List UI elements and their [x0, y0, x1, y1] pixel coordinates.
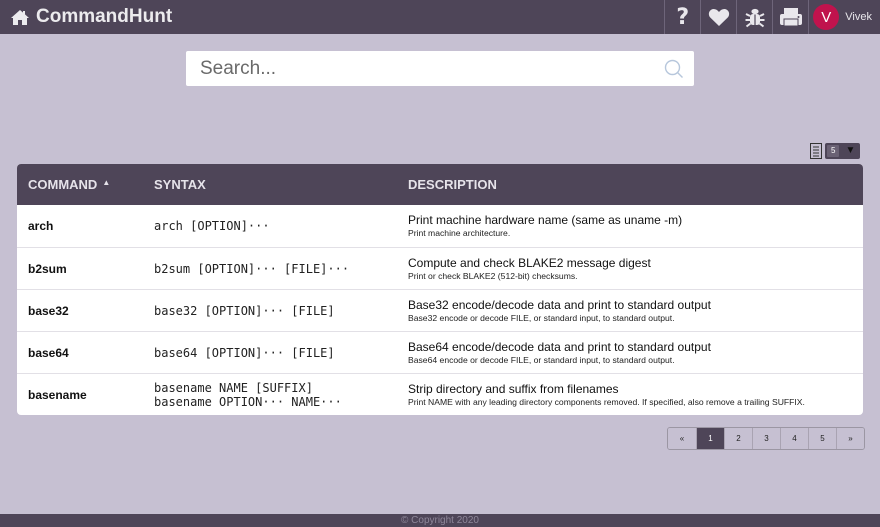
table-row[interactable]: base64 base64 [OPTION]··· [FILE] Base64 … — [17, 331, 863, 373]
column-header-command[interactable]: COMMAND ▲ — [17, 177, 154, 192]
description-detail: Base64 encode or decode FILE, or standar… — [408, 354, 675, 365]
caret-down-icon: ▼ — [845, 145, 856, 156]
favorites-button[interactable] — [700, 0, 736, 34]
top-navbar: CommandHunt ? V Vivek — [0, 0, 880, 34]
command-name: base64 — [28, 345, 69, 360]
table-row[interactable]: base32 base32 [OPTION]··· [FILE] Base32 … — [17, 289, 863, 331]
sort-ascending-icon: ▲ — [102, 178, 111, 187]
command-name: base32 — [28, 303, 69, 318]
table-row[interactable]: b2sum b2sum [OPTION]··· [FILE]··· Comput… — [17, 247, 863, 289]
description-title: Strip directory and suffix from filename… — [408, 381, 619, 396]
table-body: arch arch [OPTION]··· Print machine hard… — [17, 205, 863, 415]
description-title: Base64 encode/decode data and print to s… — [408, 339, 711, 354]
page-size-value: 5 — [827, 144, 840, 157]
command-syntax: base64 [OPTION]··· [FILE] — [154, 346, 408, 360]
pagination: « 1 2 3 4 5 » — [667, 427, 865, 450]
command-syntax: base32 [OPTION]··· [FILE] — [154, 304, 408, 318]
printer-icon — [779, 8, 802, 27]
page-size-control: 5 ▼ — [810, 142, 861, 159]
list-icon — [810, 142, 822, 159]
command-description: Strip directory and suffix from filename… — [408, 382, 863, 408]
help-button[interactable]: ? — [664, 0, 700, 34]
page-button-4[interactable]: 4 — [780, 428, 808, 449]
command-syntax: arch [OPTION]··· — [154, 219, 408, 233]
question-icon: ? — [676, 4, 690, 30]
command-name: b2sum — [28, 261, 67, 276]
command-description: Print machine hardware name (same as una… — [408, 213, 863, 239]
command-description: Base64 encode/decode data and print to s… — [408, 340, 863, 366]
description-detail: Base32 encode or decode FILE, or standar… — [408, 312, 675, 323]
command-name: arch — [28, 219, 54, 233]
command-description: Compute and check BLAKE2 message digest … — [408, 256, 863, 282]
user-name: Vivek — [845, 11, 872, 23]
search-icon[interactable] — [664, 59, 684, 79]
brand-link[interactable]: CommandHunt — [10, 6, 172, 28]
description-detail: Print NAME with any leading directory co… — [408, 396, 805, 407]
page-button-2[interactable]: 2 — [724, 428, 752, 449]
command-syntax: basename NAME [SUFFIX] basename OPTION··… — [154, 381, 408, 409]
command-name: basename — [28, 387, 87, 402]
page-prev-button[interactable]: « — [668, 428, 696, 449]
command-syntax: b2sum [OPTION]··· [FILE]··· — [154, 262, 408, 276]
syntax-line: basename NAME [SUFFIX] — [154, 380, 313, 395]
table-header: COMMAND ▲ SYNTAX DESCRIPTION — [17, 164, 863, 205]
column-label: DESCRIPTION — [408, 177, 497, 192]
syntax-line: basename OPTION··· NAME··· — [154, 394, 342, 409]
copyright-text: © Copyright 2020 — [401, 515, 479, 526]
page-button-1[interactable]: 1 — [696, 428, 724, 449]
print-button[interactable] — [772, 0, 808, 34]
description-detail: Print machine architecture. — [408, 228, 511, 238]
table-row[interactable]: arch arch [OPTION]··· Print machine hard… — [17, 205, 863, 247]
page-button-5[interactable]: 5 — [808, 428, 836, 449]
description-title: Base32 encode/decode data and print to s… — [408, 297, 711, 312]
home-icon — [11, 9, 29, 25]
syntax-line: arch [OPTION]··· — [154, 219, 270, 233]
bug-icon — [745, 8, 765, 28]
column-label: COMMAND — [28, 177, 98, 192]
heart-icon — [708, 8, 729, 26]
page-button-3[interactable]: 3 — [752, 428, 780, 449]
avatar: V — [813, 4, 840, 30]
description-title: Compute and check BLAKE2 message digest — [408, 255, 651, 270]
app-title: CommandHunt — [36, 6, 173, 27]
user-menu[interactable]: V Vivek — [808, 0, 880, 34]
column-header-description: DESCRIPTION — [408, 177, 497, 192]
footer: © Copyright 2020 — [0, 514, 880, 527]
search-input[interactable] — [186, 52, 646, 85]
table-row[interactable]: basename basename NAME [SUFFIX] basename… — [17, 373, 863, 415]
column-header-syntax: SYNTAX — [154, 177, 408, 192]
report-bug-button[interactable] — [736, 0, 772, 34]
commands-table: COMMAND ▲ SYNTAX DESCRIPTION arch arch [… — [17, 164, 863, 415]
column-label: SYNTAX — [154, 177, 206, 192]
syntax-line: base32 [OPTION]··· [FILE] — [154, 303, 335, 318]
syntax-line: base64 [OPTION]··· [FILE] — [154, 345, 335, 360]
page-next-button[interactable]: » — [836, 428, 864, 449]
syntax-line: b2sum [OPTION]··· [FILE]··· — [154, 261, 350, 276]
search-box — [186, 51, 694, 86]
description-detail: Print or check BLAKE2 (512-bit) checksum… — [408, 270, 578, 281]
description-title: Print machine hardware name (same as una… — [408, 213, 683, 227]
command-description: Base32 encode/decode data and print to s… — [408, 298, 863, 324]
page-size-select[interactable]: 5 ▼ — [825, 142, 861, 159]
